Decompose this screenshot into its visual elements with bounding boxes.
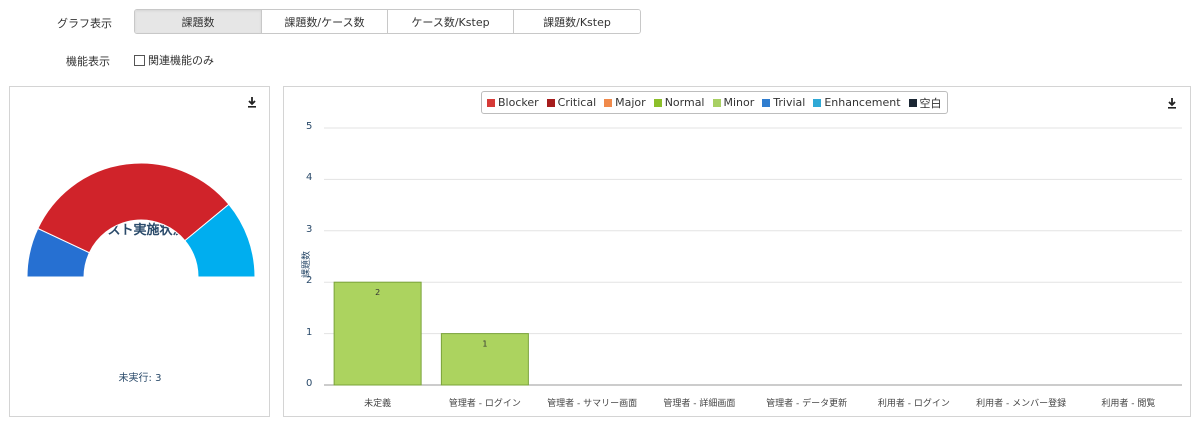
bar-data-label: 1 xyxy=(482,340,487,349)
issue-bar-chart: 21 xyxy=(324,127,1182,386)
x-tick-label: 利用者 - 閲覧 xyxy=(1101,399,1156,409)
x-tick-label: 管理者 - 詳細画面 xyxy=(663,399,736,409)
x-tick-label: 管理者 - データ更新 xyxy=(766,399,848,409)
bar-0[interactable] xyxy=(333,281,422,386)
bar-data-label: 2 xyxy=(375,288,380,297)
x-tick-label: 利用者 - ログイン xyxy=(877,399,950,409)
x-tick-label: 管理者 - ログイン xyxy=(448,399,521,409)
x-tick-label: 未定義 xyxy=(364,399,392,409)
x-tick-label: 管理者 - サマリー画面 xyxy=(547,399,638,409)
x-tick-label: 利用者 - メンバー登録 xyxy=(976,399,1067,409)
